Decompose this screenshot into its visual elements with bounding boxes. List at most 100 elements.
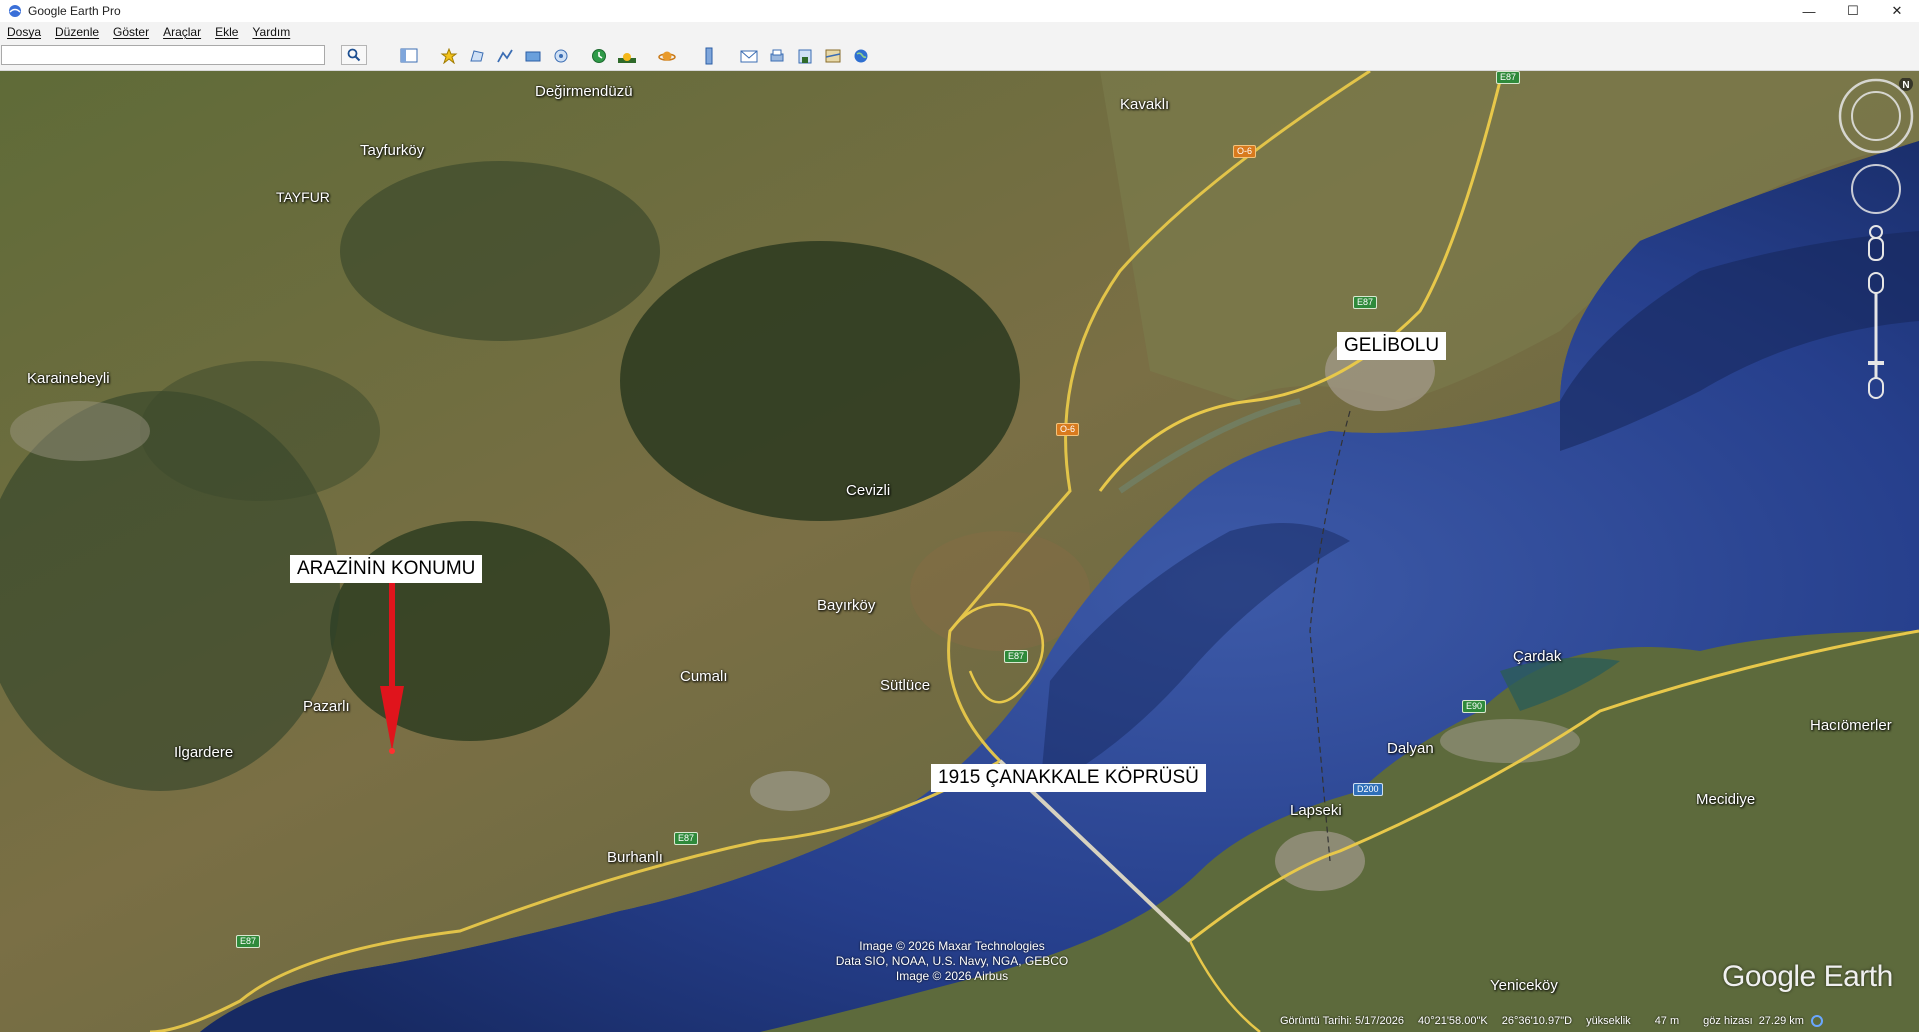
- place-label[interactable]: Kavaklı: [1120, 96, 1169, 113]
- view-in-maps-icon: [825, 49, 841, 62]
- compass-north-label: N: [1902, 80, 1909, 91]
- record-tour-button[interactable]: [550, 46, 572, 65]
- historical-imagery-icon: [592, 48, 606, 63]
- add-image-overlay-button[interactable]: [522, 46, 544, 65]
- record-tour-icon: [554, 49, 568, 62]
- place-label[interactable]: Tayfurköy: [360, 142, 424, 159]
- latitude-readout: 40°21'58.00"K: [1417, 1015, 1488, 1027]
- road-shield: D200: [1353, 783, 1383, 796]
- google-earth-logo: Google Earth: [1722, 960, 1893, 993]
- gelibolu-callout: GELİBOLU: [1337, 332, 1447, 360]
- minimize-button[interactable]: —: [1787, 0, 1831, 22]
- place-label[interactable]: Sütlüce: [880, 677, 930, 694]
- map-viewport[interactable]: Değirmendüzü Tayfurköy TAYFUR Kavaklı Ka…: [0, 71, 1919, 1032]
- print-icon: [770, 49, 784, 61]
- earth-icon: [854, 49, 868, 62]
- menu-bar: Dosya Düzenle Göster Araçlar Ekle Yardım: [0, 22, 1919, 42]
- land-location-callout: ARAZİNİN KONUMU: [290, 555, 483, 583]
- bridge-callout: 1915 ÇANAKKALE KÖPRÜSÜ: [931, 764, 1206, 792]
- place-label[interactable]: Hacıömerler: [1810, 717, 1892, 734]
- add-path-button[interactable]: [494, 46, 516, 65]
- place-label[interactable]: Pazarlı: [303, 698, 350, 715]
- road-shield: E87: [1353, 296, 1378, 309]
- attribution-line: Data SIO, NOAA, U.S. Navy, NGA, GEBCO: [835, 954, 1069, 968]
- add-placemark-button[interactable]: [438, 46, 460, 65]
- title-bar: Google Earth Pro — ☐ ✕: [0, 0, 1919, 22]
- imagery-attribution: Image © 2026 Maxar Technologies Data SIO…: [812, 939, 1092, 984]
- eye-altitude-readout: 27.29 km: [1758, 1015, 1804, 1027]
- email-icon: [740, 50, 758, 62]
- historical-imagery-button[interactable]: [588, 46, 610, 65]
- navigation-controls: N: [1838, 77, 1914, 428]
- place-label[interactable]: Mecidiye: [1696, 791, 1755, 808]
- sunlight-button[interactable]: [616, 46, 638, 65]
- attribution-line: Image © 2026 Maxar Technologies: [859, 939, 1045, 953]
- place-label[interactable]: Karainebeyli: [27, 370, 110, 387]
- attribution-line: Image © 2026 Airbus: [895, 969, 1009, 983]
- place-label[interactable]: Bayırköy: [817, 597, 875, 614]
- eye-altitude-label: göz hizası: [1703, 1015, 1753, 1027]
- road-shield: E90: [1462, 700, 1487, 713]
- save-image-button[interactable]: [794, 46, 816, 65]
- elevation-label: yükseklik: [1586, 1015, 1631, 1027]
- land-location-marker[interactable]: [389, 748, 395, 754]
- longitude-readout: 26°36'10.97"D: [1501, 1015, 1573, 1027]
- streaming-indicator-icon: [1810, 1015, 1823, 1027]
- place-label[interactable]: Burhanlı: [607, 849, 663, 866]
- ruler-button[interactable]: [698, 46, 720, 65]
- view-in-maps-button[interactable]: [822, 46, 844, 65]
- ruler-icon: [705, 47, 713, 64]
- street-view-pegman-icon[interactable]: [1868, 225, 1884, 261]
- google-earth-app-icon: [9, 5, 21, 17]
- print-button[interactable]: [766, 46, 788, 65]
- zoom-slider[interactable]: [1868, 272, 1884, 399]
- menu-add[interactable]: Ekle: [208, 25, 245, 39]
- email-button[interactable]: [738, 46, 760, 65]
- look-joystick[interactable]: [1851, 164, 1901, 214]
- menu-view[interactable]: Göster: [106, 25, 156, 39]
- polygon-icon: [470, 49, 484, 61]
- planets-icon: [658, 51, 676, 61]
- place-label[interactable]: Yeniceköy: [1490, 977, 1558, 994]
- search-icon: [347, 48, 361, 62]
- menu-edit[interactable]: Düzenle: [48, 25, 106, 39]
- imagery-date: Görüntü Tarihi: 5/17/2026: [1280, 1015, 1404, 1027]
- place-label[interactable]: Cumalı: [680, 668, 728, 685]
- place-label[interactable]: Cevizli: [846, 482, 890, 499]
- save-image-icon: [798, 49, 812, 63]
- road-shield: E87: [1496, 71, 1521, 84]
- road-shield: E87: [236, 935, 261, 948]
- image-overlay-icon: [525, 51, 541, 61]
- place-label[interactable]: Değirmendüzü: [535, 83, 633, 100]
- menu-file[interactable]: Dosya: [0, 25, 48, 39]
- status-bar: Görüntü Tarihi: 5/17/2026 40°21'58.00"K …: [1280, 1010, 1919, 1032]
- search-button[interactable]: [341, 45, 367, 65]
- road-shield: E87: [1004, 650, 1029, 663]
- sunlight-icon: [618, 52, 636, 63]
- road-shield: E87: [674, 832, 699, 845]
- search-input[interactable]: [1, 45, 325, 65]
- add-polygon-button[interactable]: [466, 46, 488, 65]
- place-label[interactable]: Lapseki: [1290, 802, 1342, 819]
- road-shield: O-6: [1233, 145, 1257, 158]
- window-title: Google Earth Pro: [28, 4, 121, 18]
- place-label[interactable]: Dalyan: [1387, 740, 1434, 757]
- road-shield: O-6: [1056, 423, 1080, 436]
- elevation-readout: 47 m: [1654, 1015, 1680, 1027]
- menu-help[interactable]: Yardım: [245, 25, 297, 39]
- place-label[interactable]: Ilgardere: [174, 744, 233, 761]
- sidebar-icon: [400, 48, 418, 63]
- placemark-icon: [440, 47, 458, 64]
- compass-control[interactable]: N: [1838, 77, 1914, 154]
- path-icon: [497, 49, 513, 62]
- close-button[interactable]: ✕: [1875, 0, 1919, 22]
- satellite-imagery: [0, 71, 1919, 1032]
- place-label[interactable]: Çardak: [1513, 648, 1561, 665]
- menu-tools[interactable]: Araçlar: [156, 25, 208, 39]
- sidebar-toggle-button[interactable]: [398, 46, 420, 65]
- place-label[interactable]: TAYFUR: [276, 189, 330, 205]
- maximize-button[interactable]: ☐: [1831, 0, 1875, 22]
- earth-button[interactable]: [850, 46, 872, 65]
- location-arrow-shaft: [389, 581, 395, 691]
- planets-button[interactable]: [656, 46, 678, 65]
